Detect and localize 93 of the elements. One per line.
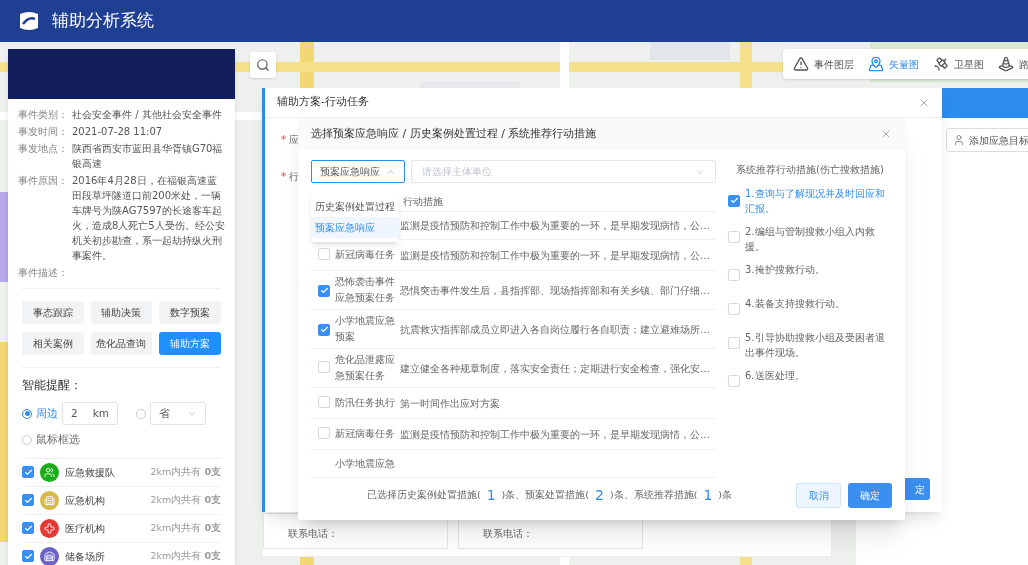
field-label: 事发时间：	[18, 125, 69, 139]
add-target-button[interactable]: 添加应急目标	[946, 128, 1028, 152]
summary-text: 已选择历史案例处置措施(	[366, 488, 481, 503]
task-action: 恐惧突击事件发生后，县指挥部、现场指挥部和有关乡镇、部门仔细…	[400, 283, 710, 298]
action-button[interactable]: 危化品查询	[90, 332, 153, 355]
checkbox[interactable]	[22, 522, 34, 535]
checkbox[interactable]	[22, 466, 34, 479]
dialog-title: 辅助方案-行动任务	[277, 94, 369, 111]
summary-text: )条、预案处置措施(	[501, 488, 590, 503]
resource-count: 2km内共有 0支	[150, 549, 221, 564]
resource-name: 应急机构	[65, 493, 105, 508]
search-button[interactable]	[250, 52, 276, 78]
map-layer-tab[interactable]: 路	[998, 56, 1028, 72]
recommend-item: 4.装备支持搜救行动。	[745, 297, 845, 311]
task-action: 监测是疫情预防和控制工作中极为重要的一环，是早期发现病情，公…	[400, 219, 710, 233]
recommend-title: 系统推荐行动措施(伤亡搜救措施)	[735, 163, 885, 177]
recommend-item: 6.送医处理。	[745, 369, 805, 383]
field-label: 联系电话：	[288, 528, 338, 539]
action-button[interactable]: 事态跟踪	[22, 301, 84, 324]
people-icon	[44, 466, 55, 478]
task-action: 第一时间作出应对方案	[400, 396, 500, 411]
radio-label: 周边	[36, 405, 58, 421]
checkbox[interactable]	[22, 494, 34, 507]
field-label: 行	[289, 170, 299, 184]
task-name: 小学地震应急预案	[335, 314, 396, 344]
field-value: 陕西省西安市蓝田县华胥镇G70福银高速	[72, 142, 224, 171]
person-icon	[953, 134, 965, 146]
action-button[interactable]: 相关案例	[22, 332, 84, 355]
column-header: 行动措施	[403, 194, 443, 209]
task-action: 抗震救灾指挥部成员立即进入各自岗位履行各自职责；建立避难场所…	[400, 322, 710, 337]
map-layer-tab[interactable]: 矢量图	[868, 56, 919, 72]
resource-count: 2km内共有 0支	[150, 521, 221, 536]
checkbox[interactable]	[22, 550, 34, 563]
map-layer-tab[interactable]: 事件图层	[793, 56, 854, 72]
required-mark: *	[281, 133, 286, 147]
recommend-item: 2.编组与管制搜救小组入内救援。	[745, 225, 876, 254]
required-mark: *	[281, 170, 286, 184]
count-value: 1	[703, 486, 713, 505]
resource-name: 储备场所	[65, 549, 105, 564]
dropdown-option[interactable]: 历史案例处置过程	[311, 196, 399, 217]
distance-field[interactable]: 2 km	[62, 402, 118, 425]
count-value: 2	[595, 486, 604, 505]
task-action: 监测是疫情预防和控制工作中极为重要的一环，是早期发现病情，公…	[400, 427, 710, 442]
field-label: 联系电话：	[483, 528, 533, 539]
radio-label: 鼠标框选	[36, 432, 80, 447]
checkbox[interactable]	[728, 194, 740, 207]
task-name: 新冠病毒任务	[335, 427, 396, 441]
field-label: 事发地点：	[18, 142, 69, 156]
field-label: 事件原因：	[18, 174, 69, 188]
resource-name: 应急救援队	[65, 465, 115, 480]
field-value: 2021-07-28 11:07	[72, 125, 163, 139]
section-title: 智能提醒：	[21, 377, 83, 394]
warning-icon	[793, 56, 809, 72]
region-select[interactable]: 省	[150, 402, 206, 425]
resource-count: 2km内共有 0支	[150, 465, 221, 480]
map-layer-tab[interactable]: 卫星图	[933, 56, 984, 72]
checkbox[interactable]	[318, 284, 330, 297]
dialog-title: 选择预案应急响应 / 历史案例处置过程 / 系统推荐行动措施	[311, 125, 597, 142]
recommend-item: 5.引导协助搜救小组及受困者退出事件现场。	[745, 331, 886, 360]
field-label: 事件描述：	[18, 266, 69, 280]
task-name: 防汛任务执行	[335, 396, 396, 410]
warehouse-icon	[44, 550, 55, 562]
resource-name: 医疗机构	[65, 521, 105, 536]
satellite-icon	[933, 56, 949, 72]
summary-text: )条	[718, 488, 732, 503]
field-label: 事件类别：	[18, 108, 69, 122]
task-name: 新冠病毒任务	[335, 248, 396, 262]
resource-count: 2km内共有 0支	[150, 493, 221, 508]
source-select[interactable]: 预案应急响应	[311, 160, 405, 183]
task-name: 恐怖袭击事件应急预案任务	[335, 275, 396, 305]
checkbox[interactable]	[318, 323, 330, 336]
search-icon	[256, 58, 270, 72]
recommend-item: 3.掩护搜救行动。	[745, 263, 825, 277]
unit-label: km	[92, 405, 109, 421]
close-icon[interactable]	[880, 128, 892, 140]
action-button[interactable]: 辅助决策	[90, 301, 153, 324]
cross-icon	[44, 522, 55, 534]
action-button[interactable]: 数字预案	[159, 301, 221, 324]
logo-icon	[18, 10, 40, 32]
task-action: 建立健全各种规章制度，落实安全责任；定期进行安全检查，强化安…	[400, 361, 710, 376]
map-pin-icon	[868, 56, 884, 72]
task-name: 危化品泄露应急预案任务	[335, 353, 396, 383]
task-name: 小学地震应急	[335, 456, 396, 471]
summary-text: )条、系统推荐措施(	[609, 488, 698, 503]
app-title: 辅助分析系统	[52, 9, 154, 33]
field-value: 2	[71, 405, 78, 421]
recommend-item: 1.查询与了解现况并及时回应和汇报。	[745, 187, 886, 216]
task-action: 监测是疫情预防和控制工作中极为重要的一环，是早期发现病情，公…	[400, 248, 710, 263]
field-label: 应	[289, 133, 299, 147]
count-value: 1	[486, 486, 496, 505]
building-icon	[44, 494, 55, 506]
field-value: 2016年4月28日，在福银高速蓝田段草坪隧道口前200米处，一辆车牌号为陕AG7597的长途客车起火，造成8人死亡5人受伤。经公安机关初步勘查，系一起劫持纵火刑事案件。	[72, 174, 225, 263]
field-value: 社会安全事件 / 其他社会安全事件	[72, 108, 222, 122]
